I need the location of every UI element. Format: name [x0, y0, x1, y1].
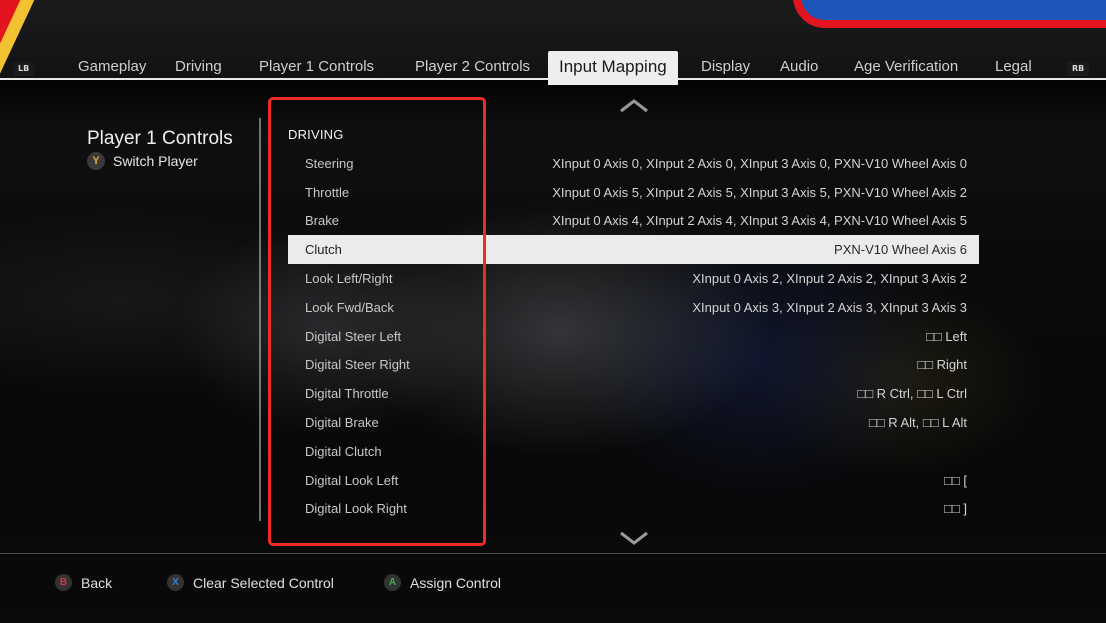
rb-bumper-button[interactable]: RB — [1067, 62, 1090, 76]
mapping-row-clutch[interactable]: Clutch PXN-V10 Wheel Axis 6 — [288, 235, 979, 265]
binding-value: □□ R Ctrl, □□ L Ctrl — [857, 386, 967, 402]
binding-value: XInput 0 Axis 3, XInput 2 Axis 3, XInput… — [692, 299, 967, 315]
switch-player-button[interactable]: Y Switch Player — [87, 152, 198, 170]
y-button-icon: Y — [87, 152, 105, 170]
action-label: Brake — [305, 213, 339, 229]
brand-logo-badge — [793, 0, 1106, 28]
action-label: Digital Look Left — [305, 472, 399, 488]
binding-value: XInput 0 Axis 2, XInput 2 Axis 2, XInput… — [692, 271, 967, 287]
chevron-down-icon[interactable] — [619, 530, 649, 546]
section-header-driving: DRIVING — [288, 127, 344, 142]
action-label: Steering — [305, 155, 354, 171]
binding-value: □□ R Alt, □□ L Alt — [868, 415, 967, 431]
binding-value: □□ Right — [917, 357, 967, 373]
action-label: Digital Brake — [305, 415, 379, 431]
tab-legal[interactable]: Legal — [995, 58, 1032, 75]
action-label: Digital Throttle — [305, 386, 389, 402]
action-label: Digital Look Right — [305, 501, 407, 517]
tab-display[interactable]: Display — [701, 58, 750, 75]
binding-value: XInput 0 Axis 4, XInput 2 Axis 4, XInput… — [552, 213, 967, 229]
binding-value: PXN-V10 Wheel Axis 6 — [834, 242, 967, 258]
mapping-row-brake[interactable]: Brake XInput 0 Axis 4, XInput 2 Axis 4, … — [288, 207, 979, 236]
mapping-row-digital-steer-right[interactable]: Digital Steer Right □□ Right — [288, 351, 979, 380]
switch-player-label: Switch Player — [113, 153, 198, 169]
tab-bar: LB Gameplay Driving Player 1 Controls Pl… — [0, 50, 1106, 136]
clear-selected-control-button[interactable]: X Clear Selected Control — [167, 574, 334, 591]
mapping-row-digital-look-left[interactable]: Digital Look Left □□ [ — [288, 466, 979, 495]
tab-driving[interactable]: Driving — [175, 58, 222, 75]
mapping-row-digital-look-right[interactable]: Digital Look Right □□ ] — [288, 495, 979, 524]
binding-value: XInput 0 Axis 0, XInput 2 Axis 0, XInput… — [552, 155, 967, 171]
clear-selected-control-label: Clear Selected Control — [193, 574, 334, 591]
footer-divider — [0, 553, 1106, 554]
input-mapping-list: DRIVING Steering XInput 0 Axis 0, XInput… — [288, 120, 979, 523]
tab-age-verification[interactable]: Age Verification — [854, 58, 958, 75]
player-controls-title: Player 1 Controls — [87, 128, 233, 149]
tab-audio[interactable]: Audio — [780, 58, 818, 75]
back-button[interactable]: B Back — [55, 574, 112, 591]
panel-divider — [259, 118, 261, 521]
assign-control-button[interactable]: A Assign Control — [384, 574, 501, 591]
mapping-row-digital-clutch[interactable]: Digital Clutch — [288, 437, 979, 466]
tab-player-1-controls[interactable]: Player 1 Controls — [259, 58, 374, 75]
binding-value: □□ [ — [944, 472, 967, 488]
binding-value: □□ ] — [944, 501, 967, 517]
a-button-icon: A — [384, 574, 401, 591]
mapping-row-look-left-right[interactable]: Look Left/Right XInput 0 Axis 2, XInput … — [288, 264, 979, 293]
assign-control-label: Assign Control — [410, 574, 502, 591]
mapping-row-steering[interactable]: Steering XInput 0 Axis 0, XInput 2 Axis … — [288, 149, 979, 178]
mapping-row-throttle[interactable]: Throttle XInput 0 Axis 5, XInput 2 Axis … — [288, 178, 979, 207]
mapping-row-digital-steer-left[interactable]: Digital Steer Left □□ Left — [288, 322, 979, 351]
action-label: Clutch — [305, 242, 342, 258]
mapping-row-digital-throttle[interactable]: Digital Throttle □□ R Ctrl, □□ L Ctrl — [288, 379, 979, 408]
mapping-row-look-fwd-back[interactable]: Look Fwd/Back XInput 0 Axis 3, XInput 2 … — [288, 293, 979, 322]
binding-value: □□ Left — [926, 328, 967, 344]
action-label: Digital Steer Left — [305, 328, 402, 344]
mapping-row-digital-brake[interactable]: Digital Brake □□ R Alt, □□ L Alt — [288, 408, 979, 437]
tab-player-2-controls[interactable]: Player 2 Controls — [415, 58, 530, 75]
tab-gameplay[interactable]: Gameplay — [78, 58, 146, 75]
binding-value: XInput 0 Axis 5, XInput 2 Axis 5, XInput… — [552, 184, 967, 200]
lb-bumper-button[interactable]: LB — [13, 62, 35, 76]
back-label: Back — [81, 574, 113, 591]
action-label: Throttle — [305, 184, 350, 200]
action-label: Look Fwd/Back — [305, 299, 394, 315]
x-button-icon: X — [167, 574, 184, 591]
tab-input-mapping[interactable]: Input Mapping — [548, 51, 678, 85]
action-label: Digital Steer Right — [305, 357, 410, 373]
b-button-icon: B — [55, 574, 72, 591]
action-label: Look Left/Right — [305, 271, 393, 287]
action-label: Digital Clutch — [305, 443, 382, 459]
footer-bar — [0, 554, 1106, 623]
chevron-up-icon[interactable] — [619, 98, 649, 114]
